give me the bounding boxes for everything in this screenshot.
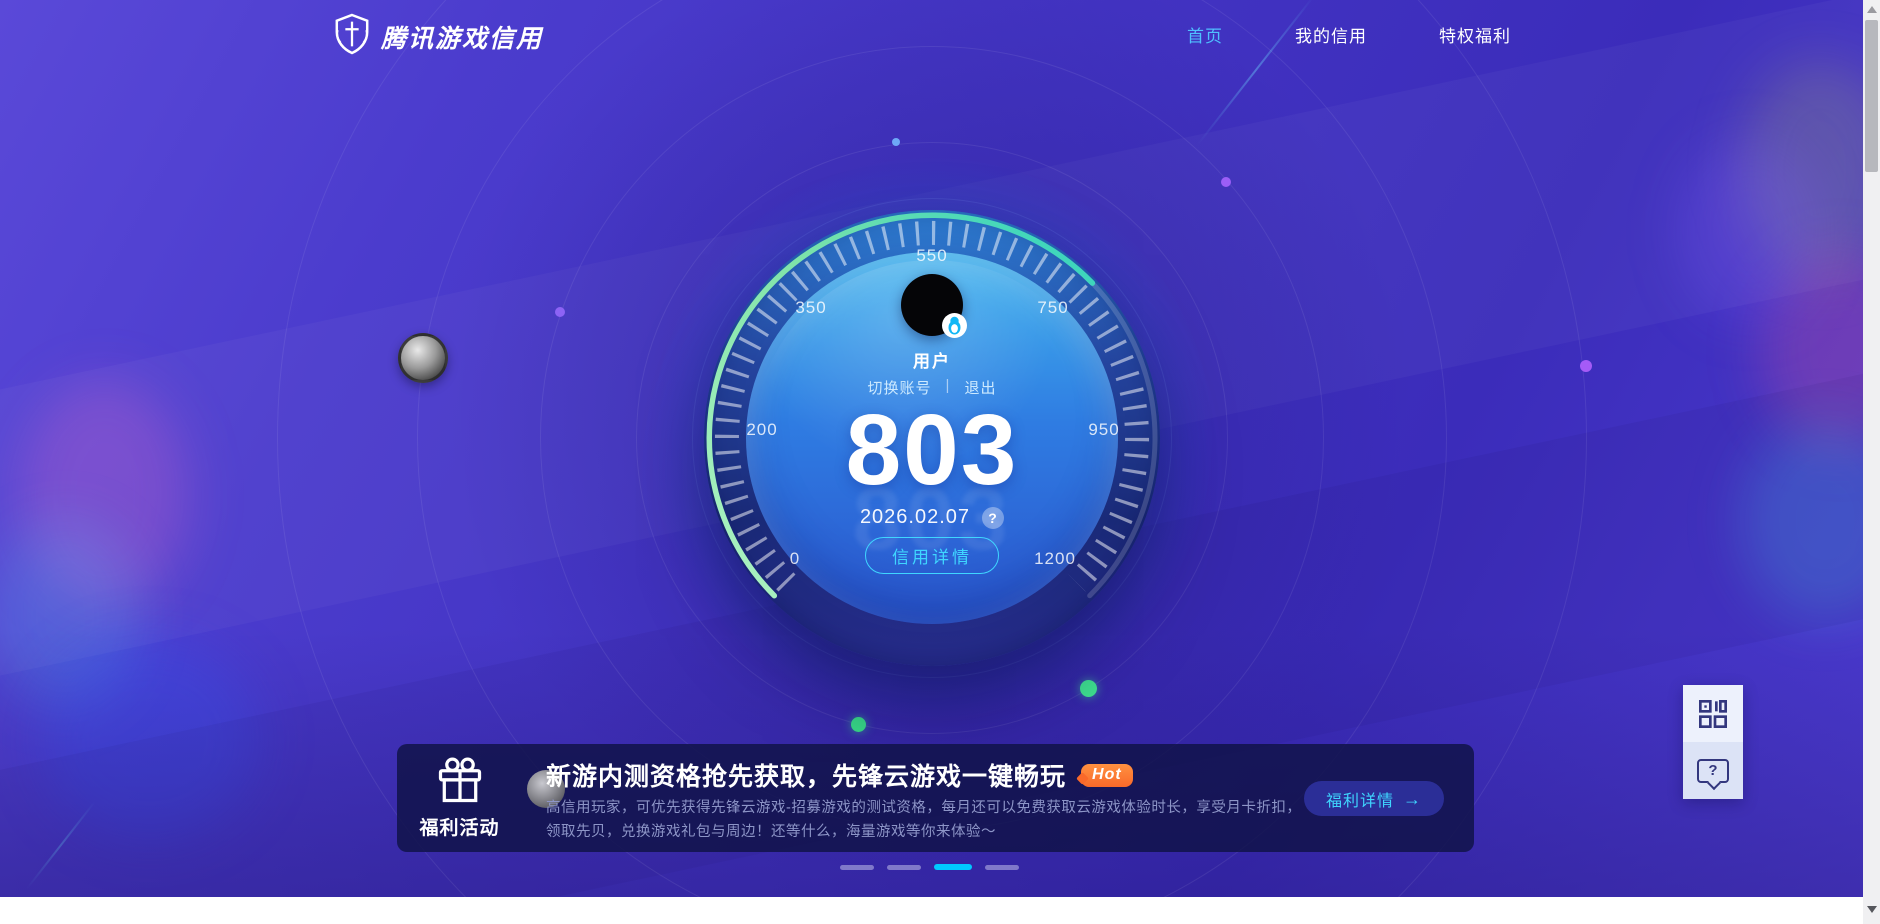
bg-art-right-pink bbox=[1760, 250, 1863, 450]
bg-art-right-cyan bbox=[1740, 420, 1863, 620]
bg-art-left-blue bbox=[40, 640, 260, 840]
credit-gauge: 550 350 750 200 950 0 1200 用户 切换账号 bbox=[704, 210, 1160, 666]
orbit-dot-purple-2 bbox=[555, 307, 565, 317]
bg-art-right-olive bbox=[1740, 60, 1863, 280]
benefits-detail-button[interactable]: 福利详情 → bbox=[1304, 781, 1444, 816]
orbit-dot-blue bbox=[892, 138, 900, 146]
scale-label-350: 350 bbox=[795, 298, 826, 318]
score-date: 2026.02.07 bbox=[860, 506, 970, 529]
promo-banner: 福利活动 新游内测资格抢先获取，先锋云游戏一键畅玩 Hot 高信用玩家，可优先获… bbox=[397, 744, 1474, 852]
scrollbar-thumb[interactable] bbox=[1865, 20, 1878, 172]
username: 用户 bbox=[704, 347, 1160, 372]
orbit-dot-green-2 bbox=[851, 717, 866, 732]
hot-badge: Hot bbox=[1081, 764, 1133, 787]
feedback-button[interactable]: ? bbox=[1683, 742, 1743, 799]
qq-badge-icon bbox=[942, 313, 967, 338]
brand-logo[interactable]: 腾讯游戏信用 bbox=[333, 13, 543, 60]
feedback-question-mark: ? bbox=[1708, 762, 1717, 779]
credit-detail-button[interactable]: 信用详情 bbox=[865, 537, 999, 574]
banner-headline: 新游内测资格抢先获取，先锋云游戏一键畅玩 bbox=[546, 757, 1066, 793]
orbit-avatar bbox=[398, 333, 448, 383]
banner-headline-row: 新游内测资格抢先获取，先锋云游戏一键畅玩 Hot bbox=[546, 757, 1133, 793]
bg-art-left-pink bbox=[20, 380, 190, 610]
hero-section: 腾讯游戏信用 首页 我的信用 特权福利 bbox=[0, 0, 1863, 897]
nav-item-my-credit[interactable]: 我的信用 bbox=[1295, 22, 1367, 47]
nav-item-home[interactable]: 首页 bbox=[1187, 22, 1223, 47]
benefit-label: 福利活动 bbox=[397, 813, 522, 840]
nav-item-privileges[interactable]: 特权福利 bbox=[1439, 22, 1511, 47]
benefit-block: 福利活动 bbox=[397, 744, 522, 852]
bg-streak-bottom-left bbox=[26, 801, 95, 889]
header: 腾讯游戏信用 首页 我的信用 特权福利 bbox=[0, 0, 1863, 62]
qr-code-icon bbox=[1697, 698, 1729, 730]
gift-icon bbox=[434, 756, 486, 806]
carousel-indicators bbox=[840, 864, 1019, 870]
carousel-dot-1[interactable] bbox=[840, 865, 874, 870]
scrollbar[interactable] bbox=[1863, 0, 1880, 924]
below-fold-content bbox=[0, 897, 1863, 924]
scale-label-750: 750 bbox=[1037, 298, 1068, 318]
carousel-dot-4[interactable] bbox=[985, 865, 1019, 870]
page: 腾讯游戏信用 首页 我的信用 特权福利 bbox=[0, 0, 1880, 924]
banner-desc-line2: 领取先贝，兑换游戏礼包与周边！还等什么，海量游戏等你来体验～ bbox=[546, 820, 996, 841]
carousel-dot-2[interactable] bbox=[887, 865, 921, 870]
help-icon[interactable]: ? bbox=[982, 507, 1004, 529]
credit-score: 803 bbox=[704, 398, 1160, 502]
bg-art-left-cyan bbox=[0, 520, 140, 710]
benefits-detail-label: 福利详情 bbox=[1326, 787, 1394, 811]
bg-art-right-purple bbox=[1680, 140, 1820, 320]
scroll-down-arrow[interactable] bbox=[1867, 906, 1877, 913]
feedback-icon: ? bbox=[1697, 759, 1729, 783]
orbit-dot-green-1 bbox=[1080, 680, 1097, 697]
brand-title: 腾讯游戏信用 bbox=[381, 19, 543, 55]
score-date-row: 2026.02.07 ? bbox=[704, 506, 1160, 529]
orbit-dot-purple-3 bbox=[1580, 360, 1592, 372]
orbit-dot-purple-1 bbox=[1221, 177, 1231, 187]
scale-label-550: 550 bbox=[916, 246, 947, 266]
qr-code-button[interactable] bbox=[1683, 685, 1743, 742]
main-nav: 首页 我的信用 特权福利 bbox=[1187, 22, 1511, 47]
shield-icon bbox=[333, 13, 371, 60]
carousel-dot-3[interactable] bbox=[934, 864, 972, 870]
arrow-right-icon: → bbox=[1403, 790, 1422, 808]
floating-widget: ? bbox=[1683, 685, 1743, 799]
user-avatar[interactable] bbox=[901, 274, 963, 336]
scroll-up-arrow[interactable] bbox=[1867, 6, 1877, 13]
banner-desc-line1: 高信用玩家，可优先获得先锋云游戏-招募游戏的测试资格，每月还可以免费获取云游戏体… bbox=[546, 796, 1301, 817]
